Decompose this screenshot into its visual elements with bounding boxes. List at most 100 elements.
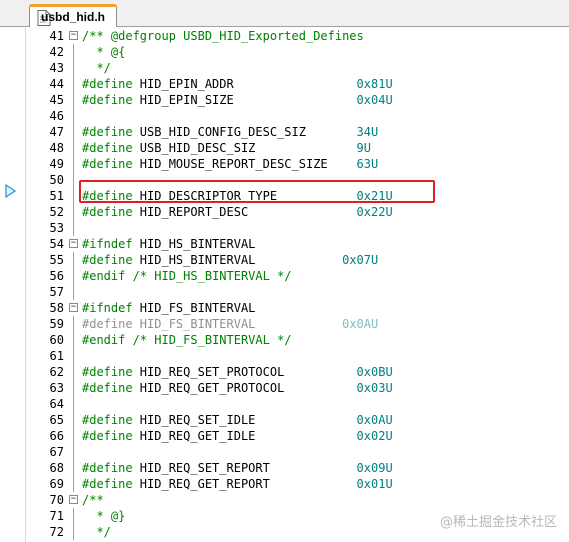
- code-line[interactable]: 43 */: [0, 60, 569, 76]
- code-token: HID_FS_BINTERVAL: [139, 317, 343, 331]
- editor-tab-bar: usbd_hid.h: [0, 0, 569, 28]
- code-token: HID_FS_BINTERVAL: [139, 301, 256, 315]
- code-token: #define: [82, 317, 140, 331]
- code-line[interactable]: 42 * @{: [0, 44, 569, 60]
- code-line[interactable]: 44 #define HID_EPIN_ADDR 0x81U: [0, 76, 569, 92]
- fold-guide-line: [73, 476, 74, 492]
- code-token: 0x22U: [356, 205, 393, 219]
- fold-guide-line: [73, 204, 74, 220]
- code-line[interactable]: 58− #ifndef HID_FS_BINTERVAL: [0, 300, 569, 316]
- code-line[interactable]: 63 #define HID_REQ_GET_PROTOCOL 0x03U: [0, 380, 569, 396]
- code-line[interactable]: 68 #define HID_REQ_SET_REPORT 0x09U: [0, 460, 569, 476]
- fold-guide-line: [73, 252, 74, 268]
- fold-toggle-icon[interactable]: −: [69, 31, 78, 40]
- code-line[interactable]: 56 #endif /* HID_HS_BINTERVAL */: [0, 268, 569, 284]
- code-line[interactable]: 49 #define HID_MOUSE_REPORT_DESC_SIZE 63U: [0, 156, 569, 172]
- code-token: 9U: [356, 141, 371, 155]
- code-line[interactable]: 70−/**: [0, 492, 569, 508]
- line-number: 65: [49, 413, 64, 427]
- fold-guide-line: [73, 380, 74, 396]
- code-text: #define HID_MOUSE_REPORT_DESC_SIZE 63U: [82, 156, 378, 172]
- code-token: HID_REQ_GET_PROTOCOL: [139, 381, 357, 395]
- fold-guide-line: [73, 44, 74, 60]
- fold-guide-line: [73, 364, 74, 380]
- code-token: 34U: [356, 125, 379, 139]
- code-line[interactable]: 55 #define HID_HS_BINTERVAL 0x07U: [0, 252, 569, 268]
- code-line[interactable]: 62 #define HID_REQ_SET_PROTOCOL 0x0BU: [0, 364, 569, 380]
- code-token: #define: [82, 77, 140, 91]
- code-line[interactable]: 41−/** @defgroup USBD_HID_Exported_Defin…: [0, 28, 569, 44]
- line-number: 70: [49, 493, 64, 507]
- code-line[interactable]: 69 #define HID_REQ_GET_REPORT 0x01U: [0, 476, 569, 492]
- code-line[interactable]: 52 #define HID_REPORT_DESC 0x22U: [0, 204, 569, 220]
- code-token: */: [269, 269, 292, 283]
- fold-toggle-icon[interactable]: −: [69, 239, 78, 248]
- code-editor[interactable]: 41−/** @defgroup USBD_HID_Exported_Defin…: [0, 27, 569, 542]
- line-number: 60: [49, 333, 64, 347]
- line-number: 63: [49, 381, 64, 395]
- line-number: 44: [49, 77, 64, 91]
- code-token: HID_EPIN_SIZE: [139, 93, 357, 107]
- code-line[interactable]: 59 #define HID_FS_BINTERVAL 0x0AU: [0, 316, 569, 332]
- code-line[interactable]: 60 #endif /* HID_FS_BINTERVAL */: [0, 332, 569, 348]
- code-line[interactable]: 57: [0, 284, 569, 300]
- code-line[interactable]: 48 #define USB_HID_DESC_SIZ 9U: [0, 140, 569, 156]
- line-number: 59: [49, 317, 64, 331]
- code-token: HID_REQ_GET_IDLE: [139, 429, 357, 443]
- fold-toggle-icon[interactable]: −: [69, 495, 78, 504]
- line-number: 42: [49, 45, 64, 59]
- tab-label: usbd_hid.h: [41, 10, 105, 24]
- line-number: 56: [49, 269, 64, 283]
- code-line[interactable]: 47 #define USB_HID_CONFIG_DESC_SIZ 34U: [0, 124, 569, 140]
- code-token: #define: [82, 461, 140, 475]
- fold-guide-line: [73, 348, 74, 364]
- line-number: 53: [49, 221, 64, 235]
- code-token: 0x02U: [356, 429, 393, 443]
- line-number: 48: [49, 141, 64, 155]
- line-number: 55: [49, 253, 64, 267]
- code-token: 0x01U: [356, 477, 393, 491]
- code-text: #define HID_REPORT_DESC 0x22U: [82, 204, 393, 220]
- code-line[interactable]: 54− #ifndef HID_HS_BINTERVAL: [0, 236, 569, 252]
- code-text: #ifndef HID_HS_BINTERVAL: [82, 236, 255, 252]
- code-token: #define: [82, 253, 140, 267]
- code-line[interactable]: 46: [0, 108, 569, 124]
- code-token: #define: [82, 413, 140, 427]
- tab-usbd-hid-h[interactable]: usbd_hid.h: [29, 4, 117, 28]
- code-line[interactable]: 66 #define HID_REQ_GET_IDLE 0x02U: [0, 428, 569, 444]
- code-token: */: [82, 525, 111, 539]
- code-line[interactable]: 67: [0, 444, 569, 460]
- code-text: #define HID_REQ_GET_PROTOCOL 0x03U: [82, 380, 393, 396]
- code-token: HID_REQ_SET_IDLE: [139, 413, 357, 427]
- code-line[interactable]: 61: [0, 348, 569, 364]
- code-text: #endif /* HID_FS_BINTERVAL */: [82, 332, 292, 348]
- code-token: 63U: [356, 157, 379, 171]
- line-number: 54: [49, 237, 64, 251]
- fold-guide-line: [73, 332, 74, 348]
- fold-guide-line: [73, 284, 74, 300]
- code-line[interactable]: 65 #define HID_REQ_SET_IDLE 0x0AU: [0, 412, 569, 428]
- line-number: 43: [49, 61, 64, 75]
- line-number: 68: [49, 461, 64, 475]
- code-token: #define: [82, 205, 140, 219]
- code-line[interactable]: 64: [0, 396, 569, 412]
- code-line[interactable]: 45 #define HID_EPIN_SIZE 0x04U: [0, 92, 569, 108]
- code-text: #define HID_REQ_GET_IDLE 0x02U: [82, 428, 393, 444]
- current-line-arrow-icon: [5, 184, 17, 198]
- fold-toggle-icon[interactable]: −: [69, 303, 78, 312]
- code-token: 0x81U: [356, 77, 393, 91]
- code-token: 0x04U: [356, 93, 393, 107]
- code-token: HID_REQ_GET_REPORT: [139, 477, 357, 491]
- code-token: 0x0AU: [356, 413, 393, 427]
- code-token: * @}: [82, 509, 126, 523]
- fold-guide-line: [73, 428, 74, 444]
- code-token: #endif: [82, 333, 133, 347]
- fold-guide-line: [73, 460, 74, 476]
- line-number: 58: [49, 301, 64, 315]
- line-number: 52: [49, 205, 64, 219]
- code-line[interactable]: 53: [0, 220, 569, 236]
- code-token: HID_HS_BINTERVAL: [154, 269, 270, 283]
- code-text: #define HID_REQ_SET_PROTOCOL 0x0BU: [82, 364, 393, 380]
- code-text: #define HID_FS_BINTERVAL 0x0AU: [82, 316, 378, 332]
- line-number: 71: [49, 509, 64, 523]
